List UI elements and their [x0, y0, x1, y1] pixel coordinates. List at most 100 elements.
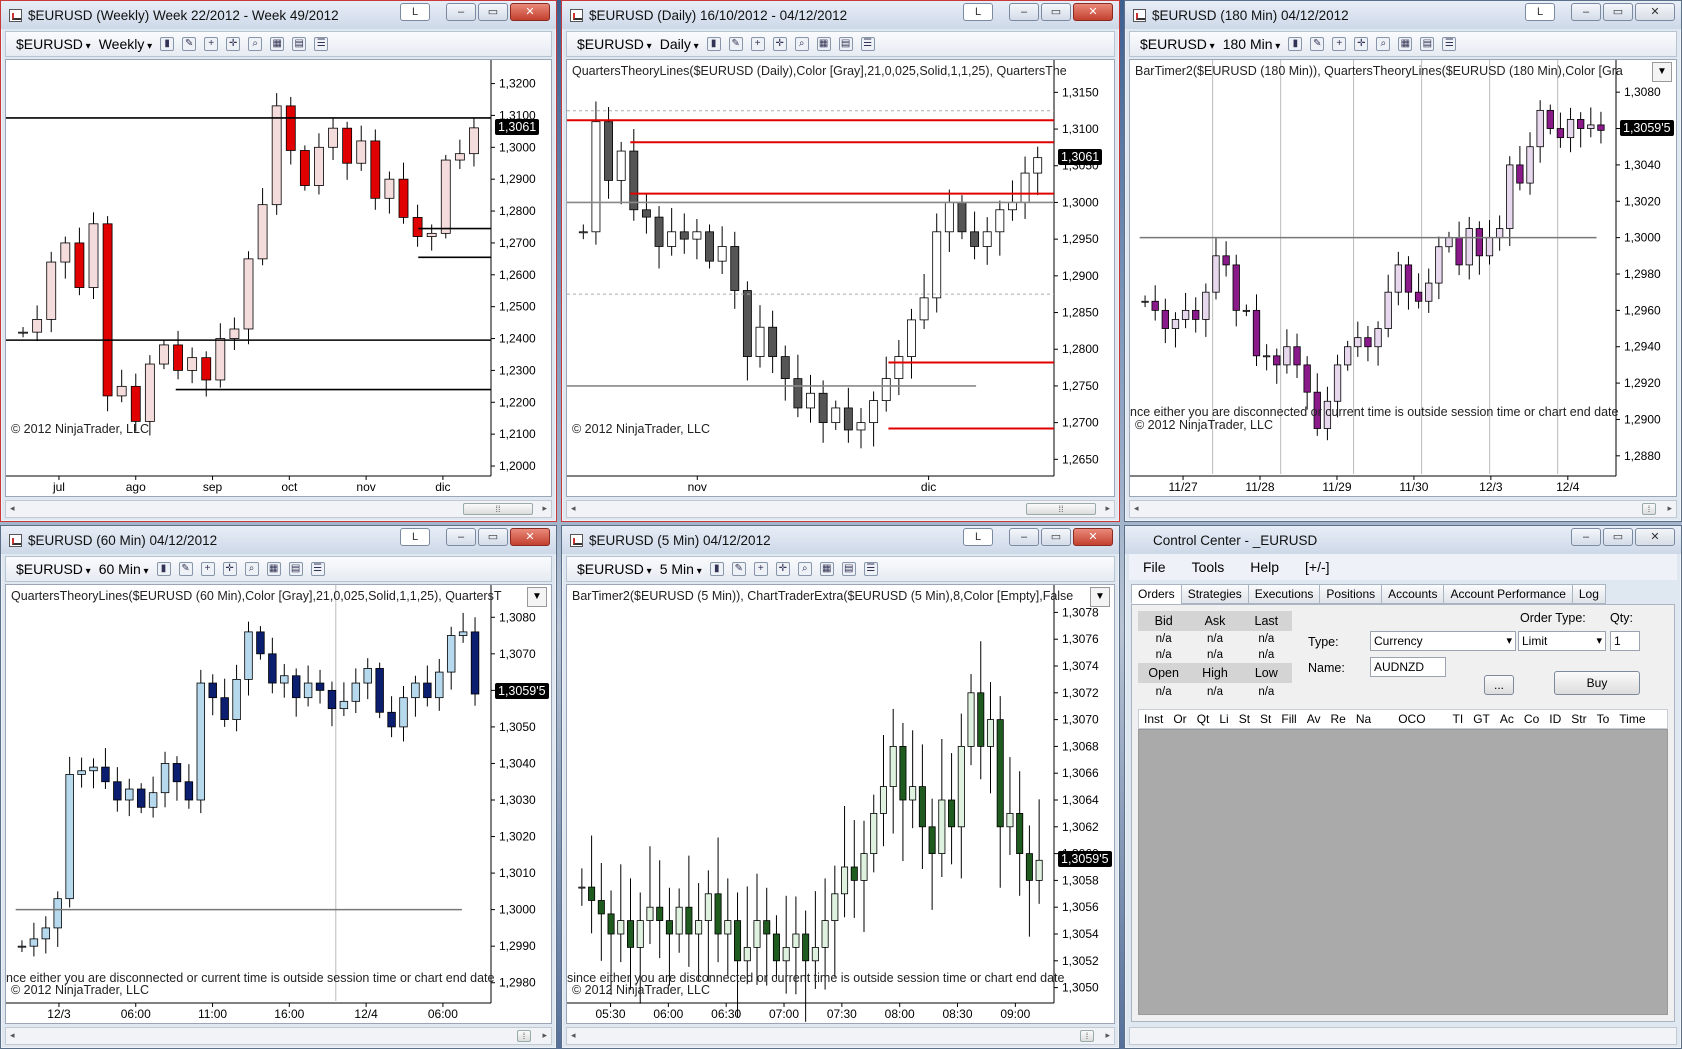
bar-style-icon[interactable]: ▮	[160, 37, 175, 51]
link-button[interactable]: L	[400, 3, 430, 21]
scroll-left-icon[interactable]: ◂	[571, 1030, 576, 1041]
scroll-thumb[interactable]: ⁞	[1080, 1030, 1094, 1042]
pencil-icon[interactable]: ✎	[1310, 37, 1325, 51]
close-button[interactable]: ✕	[1635, 528, 1675, 546]
link-button[interactable]: L	[400, 528, 430, 546]
zoom-icon[interactable]: ⌕	[248, 37, 263, 51]
strategy-icon[interactable]: ▤	[1420, 37, 1435, 51]
column-header[interactable]: Inst	[1139, 712, 1168, 726]
title-bar[interactable]: $EURUSD (180 Min) 04/12/2012 L ‒ ▭ ✕	[1125, 1, 1681, 29]
menu-tools[interactable]: Tools	[1192, 559, 1225, 575]
zoom-icon[interactable]: ⌕	[1376, 37, 1391, 51]
crosshair-icon[interactable]: ✛	[775, 562, 790, 576]
horizontal-scrollbar[interactable]: ◂ ⁞⁞ ▸	[566, 500, 1115, 518]
period-selector[interactable]: 60 Min	[99, 561, 149, 577]
scroll-left-icon[interactable]: ◂	[10, 1030, 15, 1041]
instrument-selector[interactable]: $EURUSD	[1140, 36, 1215, 52]
horizontal-scrollbar[interactable]	[1129, 1027, 1677, 1045]
minimize-button[interactable]: ‒	[1009, 3, 1039, 21]
period-selector[interactable]: 5 Min	[660, 561, 702, 577]
chart-trader-icon[interactable]: ▦	[1398, 37, 1413, 51]
column-header[interactable]: ID	[1544, 712, 1566, 726]
price-chart[interactable]: 1,3150 1,3100 1,3050 1,3000 1,2950 1,2900 1,28…	[566, 59, 1115, 497]
minimize-button[interactable]: ‒	[1571, 3, 1601, 21]
maximize-button[interactable]: ▭	[478, 3, 508, 21]
close-button[interactable]: ✕	[510, 528, 550, 546]
close-button[interactable]: ✕	[1635, 3, 1675, 21]
minimize-button[interactable]: ‒	[446, 3, 476, 21]
tab-orders[interactable]: Orders	[1131, 584, 1182, 604]
properties-icon[interactable]: ☰	[314, 37, 329, 51]
scroll-right-icon[interactable]: ▸	[542, 503, 547, 514]
column-header[interactable]: St	[1255, 712, 1276, 726]
chart-trader-icon[interactable]: ▦	[266, 562, 281, 576]
link-button[interactable]: L	[963, 528, 993, 546]
crosshair-icon[interactable]: ✛	[226, 37, 241, 51]
tab-account-performance[interactable]: Account Performance	[1443, 584, 1573, 604]
chart-window-180min[interactable]: $EURUSD (180 Min) 04/12/2012 L ‒ ▭ ✕ $EU…	[1124, 0, 1682, 522]
price-chart[interactable]: 1,30801,30701,30601,30501,30401,30301,30…	[5, 584, 552, 1024]
crosshair-icon[interactable]: ✛	[1354, 37, 1369, 51]
minimize-button[interactable]: ‒	[1009, 528, 1039, 546]
column-header[interactable]: To	[1592, 712, 1615, 726]
close-button[interactable]: ✕	[1073, 528, 1113, 546]
link-button[interactable]: L	[1525, 3, 1555, 21]
properties-icon[interactable]: ☰	[863, 562, 878, 576]
close-button[interactable]: ✕	[510, 3, 550, 21]
pencil-icon[interactable]: ✎	[182, 37, 197, 51]
chart-trader-icon[interactable]: ▦	[270, 37, 285, 51]
properties-icon[interactable]: ☰	[1442, 37, 1457, 51]
strategy-icon[interactable]: ▤	[838, 37, 853, 51]
title-bar[interactable]: $EURUSD (60 Min) 04/12/2012 L ‒ ▭ ✕	[1, 526, 556, 554]
horizontal-scrollbar[interactable]: ◂ ⁞ ▸	[1129, 500, 1677, 518]
maximize-button[interactable]: ▭	[1041, 528, 1071, 546]
title-bar[interactable]: $EURUSD (Daily) 16/10/2012 - 04/12/2012 …	[562, 1, 1119, 29]
tab-accounts[interactable]: Accounts	[1381, 584, 1445, 604]
buy-button[interactable]: Buy	[1554, 671, 1640, 695]
scroll-right-icon[interactable]: ▸	[1105, 1030, 1110, 1041]
column-header[interactable]: Qt	[1192, 712, 1215, 726]
maximize-button[interactable]: ▭	[1603, 528, 1633, 546]
crosshair-icon[interactable]: ✛	[772, 37, 787, 51]
chart-window-weekly[interactable]: $EURUSD (Weekly) Week 22/2012 - Week 49/…	[0, 0, 557, 522]
indicator-icon[interactable]: +	[753, 562, 768, 576]
instrument-lookup-button[interactable]: ...	[1484, 675, 1514, 695]
price-chart[interactable]: 1,3200 1,3100 1,3000 1,2900 1,2800 1,2700 1,26…	[5, 59, 552, 497]
scroll-left-icon[interactable]: ◂	[10, 503, 15, 514]
bar-style-icon[interactable]: ▮	[709, 562, 724, 576]
type-select[interactable]: Currency	[1370, 631, 1516, 651]
scroll-thumb[interactable]: ⁞	[1642, 503, 1656, 515]
instrument-selector[interactable]: $EURUSD	[16, 36, 91, 52]
chart-trader-icon[interactable]: ▦	[819, 562, 834, 576]
column-header[interactable]: Fill	[1276, 712, 1301, 726]
order-type-select[interactable]: Limit	[1518, 631, 1606, 651]
tab-strategies[interactable]: Strategies	[1180, 584, 1249, 604]
menu-file[interactable]: File	[1143, 559, 1166, 575]
zoom-icon[interactable]: ⌕	[797, 562, 812, 576]
column-header[interactable]: Co	[1519, 712, 1544, 726]
close-button[interactable]: ✕	[1073, 3, 1113, 21]
chart-window-daily[interactable]: $EURUSD (Daily) 16/10/2012 - 04/12/2012 …	[561, 0, 1120, 522]
bar-style-icon[interactable]: ▮	[1288, 37, 1303, 51]
instrument-selector[interactable]: $EURUSD	[16, 561, 91, 577]
name-input[interactable]: AUDNZD	[1370, 657, 1446, 677]
title-bar[interactable]: $EURUSD (Weekly) Week 22/2012 - Week 49/…	[1, 1, 556, 29]
tab-positions[interactable]: Positions	[1319, 584, 1383, 604]
strategy-icon[interactable]: ▤	[288, 562, 303, 576]
title-bar[interactable]: $EURUSD (5 Min) 04/12/2012 L ‒ ▭ ✕	[562, 526, 1119, 554]
column-header[interactable]: Li	[1214, 712, 1233, 726]
scroll-thumb[interactable]: ⁞⁞	[1026, 503, 1096, 515]
price-chart[interactable]: 1,3078 1,3076 1,3074 1,3072 1,3070 1,3068 1,30…	[566, 584, 1115, 1024]
period-selector[interactable]: Weekly	[99, 36, 152, 52]
column-header[interactable]: OCO	[1376, 712, 1447, 726]
column-header[interactable]: Time	[1614, 712, 1650, 726]
column-header[interactable]: Ac	[1495, 712, 1519, 726]
horizontal-scrollbar[interactable]: ◂ ⁞⁞ ▸	[5, 500, 552, 518]
horizontal-scrollbar[interactable]: ◂ ⁞ ▸	[5, 1027, 552, 1045]
chart-window-60min[interactable]: $EURUSD (60 Min) 04/12/2012 L ‒ ▭ ✕ $EUR…	[0, 525, 557, 1049]
maximize-button[interactable]: ▭	[1603, 3, 1633, 21]
zoom-icon[interactable]: ⌕	[794, 37, 809, 51]
maximize-button[interactable]: ▭	[1041, 3, 1071, 21]
minimize-button[interactable]: ‒	[1571, 528, 1601, 546]
price-chart[interactable]: 1,30801,30601,30401,30201,30001,29801,29…	[1129, 59, 1677, 497]
